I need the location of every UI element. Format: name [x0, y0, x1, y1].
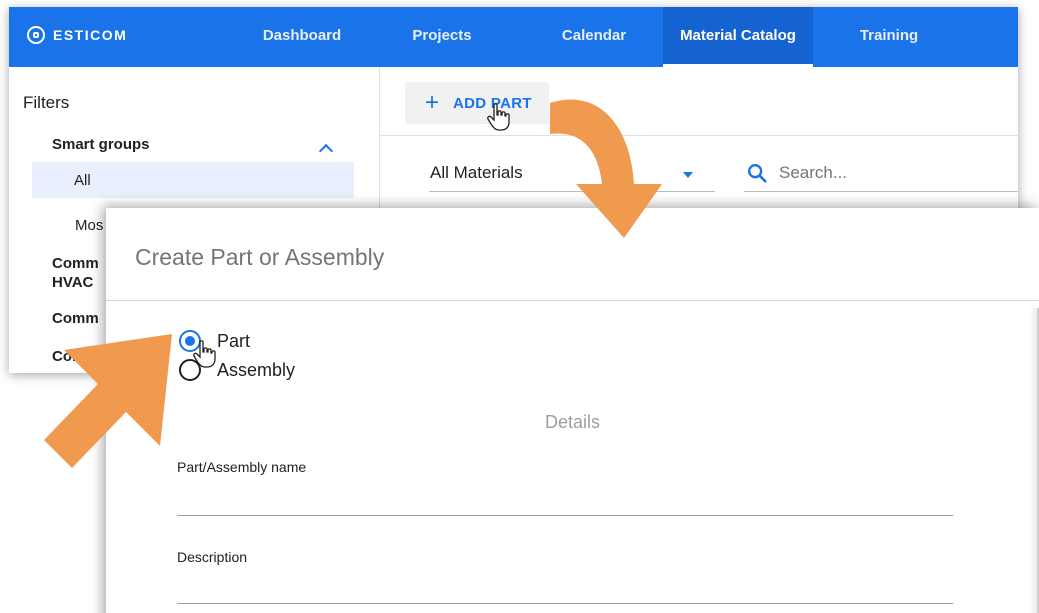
diagonal-arrow-icon [44, 334, 172, 468]
curved-arrow-icon [550, 99, 662, 238]
tutorial-screenshot: ESTICOM Dashboard Projects Calendar Mate… [0, 0, 1039, 613]
annotation-arrows [44, 99, 662, 468]
hand-cursor-icon [487, 103, 510, 131]
hand-cursor-icon [193, 340, 216, 368]
